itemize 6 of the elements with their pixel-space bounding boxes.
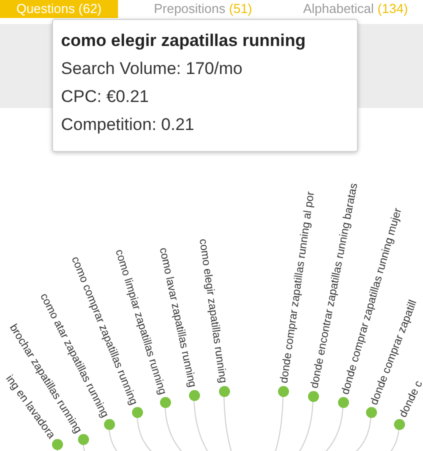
tooltip-line: CPC: €0.21 (61, 86, 150, 108)
keyword-label[interactable]: donde c (396, 378, 423, 420)
keyword-label[interactable]: como elegir zapatillas running (196, 238, 230, 384)
tooltip-line: Competition: 0.21 (61, 114, 196, 136)
tooltip-title: como elegir zapatillas running (61, 30, 307, 52)
tooltip-line: Search Volume: 170/mo (61, 58, 244, 80)
